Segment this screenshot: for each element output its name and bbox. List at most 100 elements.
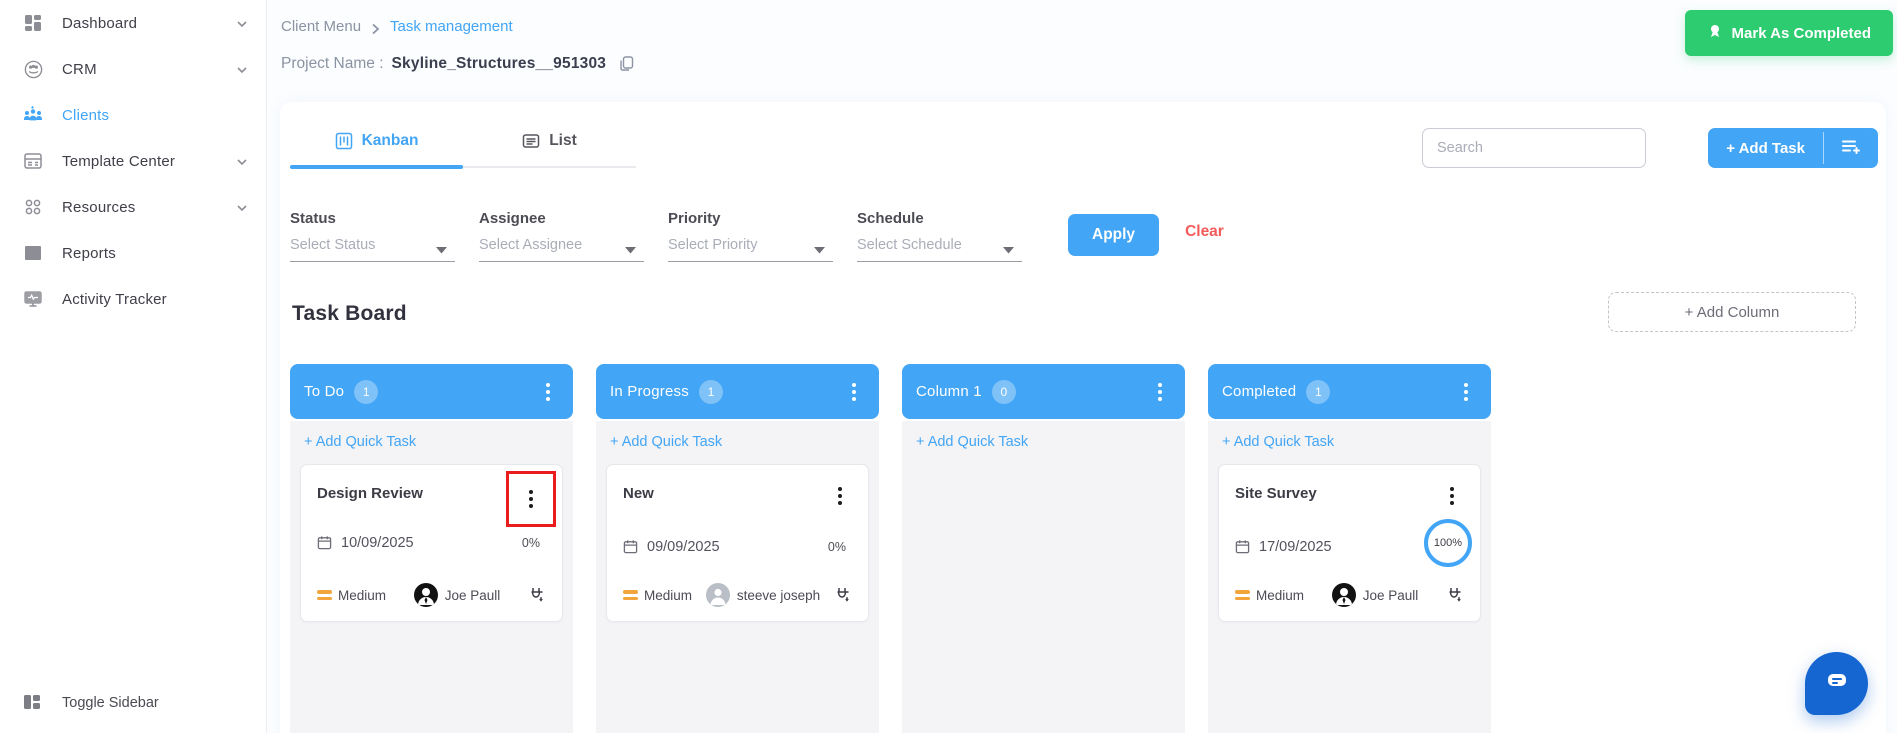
- sidebar-item-crm[interactable]: CRM: [0, 46, 266, 92]
- dependency-icon[interactable]: [1446, 586, 1464, 604]
- copy-icon[interactable]: [618, 55, 636, 73]
- column-menu-icon[interactable]: [843, 382, 865, 401]
- project-name-value: Skyline_Structures__951303: [391, 55, 607, 72]
- annotation-red-box: [506, 471, 556, 527]
- add-task-split-button: + Add Task: [1708, 128, 1878, 168]
- task-assignee-name: steeve joseph: [736, 587, 821, 603]
- sidebar-item-dashboard[interactable]: Dashboard: [0, 0, 266, 46]
- column-completed-body: + Add Quick Task Site Survey 17/09/2025: [1208, 421, 1491, 733]
- mark-as-completed-button[interactable]: Mark As Completed: [1684, 10, 1893, 56]
- priority-medium-icon: [1235, 590, 1250, 600]
- task-menu-icon[interactable]: [1440, 481, 1464, 511]
- project-name-row: Project Name : Skyline_Structures__95130…: [281, 55, 636, 73]
- calendar-icon: [1235, 539, 1251, 555]
- caret-down-icon: [436, 241, 447, 254]
- filter-status-select[interactable]: Select Status: [290, 235, 455, 262]
- add-quick-task-button[interactable]: + Add Quick Task: [902, 421, 1185, 458]
- search-input[interactable]: [1422, 128, 1646, 168]
- sidebar-item-label: Reports: [62, 244, 116, 262]
- column-1-header: Column 1 0: [902, 364, 1185, 419]
- caret-down-icon: [1003, 241, 1014, 254]
- chevron-down-icon: [236, 155, 248, 167]
- playlist-add-icon: [1840, 137, 1862, 160]
- column-completed: Completed 1 + Add Quick Task Site Survey: [1208, 364, 1491, 733]
- task-priority-label: Medium: [1256, 587, 1305, 603]
- filter-schedule-select[interactable]: Select Schedule: [857, 235, 1022, 262]
- activity-tracker-icon: [22, 288, 44, 310]
- filter-assignee-select[interactable]: Select Assignee: [479, 235, 644, 262]
- dependency-icon[interactable]: [528, 586, 546, 604]
- sidebar-item-resources[interactable]: Resources: [0, 184, 266, 230]
- task-progress: 0%: [827, 540, 846, 554]
- column-count-badge: 1: [698, 379, 723, 404]
- avatar: [413, 583, 438, 607]
- sidebar-item-template-center[interactable]: Template Center: [0, 138, 266, 184]
- add-quick-task-button[interactable]: + Add Quick Task: [1208, 421, 1491, 458]
- task-menu-icon[interactable]: [828, 481, 852, 511]
- task-assignee: Joe Paull: [1331, 583, 1418, 607]
- filter-assignee-placeholder: Select Assignee: [479, 237, 583, 253]
- sidebar-item-label: Resources: [62, 198, 136, 216]
- column-1: Column 1 0 + Add Quick Task: [902, 364, 1185, 733]
- add-column-button[interactable]: + Add Column: [1608, 292, 1856, 332]
- sidebar-item-label: Template Center: [62, 152, 176, 170]
- task-priority: Medium: [623, 588, 692, 603]
- apply-button[interactable]: Apply: [1068, 214, 1160, 256]
- caret-down-icon: [814, 241, 825, 254]
- task-title: Design Review: [317, 485, 423, 502]
- sidebar-item-clients[interactable]: Clients: [0, 92, 266, 138]
- toggle-sidebar-button[interactable]: Toggle Sidebar: [0, 681, 266, 725]
- project-name-label: Project Name :: [281, 55, 384, 72]
- add-quick-task-button[interactable]: + Add Quick Task: [596, 421, 879, 458]
- avatar: [1331, 583, 1356, 607]
- task-assignee: Joe Paull: [413, 583, 500, 607]
- task-due-date: 09/09/2025: [623, 539, 720, 555]
- filter-status-label: Status: [290, 210, 336, 227]
- tab-track: [290, 165, 636, 169]
- sidebar: Dashboard CRM Clients Template Center Re…: [0, 0, 267, 733]
- sidebar-item-reports[interactable]: Reports: [0, 230, 266, 276]
- task-menu-icon[interactable]: [519, 484, 543, 514]
- tab-kanban[interactable]: Kanban: [290, 124, 463, 166]
- add-column-label: + Add Column: [1684, 303, 1780, 321]
- column-menu-icon[interactable]: [1149, 382, 1171, 401]
- breadcrumb-task-management[interactable]: Task management: [390, 18, 513, 35]
- chevron-down-icon: [236, 63, 248, 75]
- column-menu-icon[interactable]: [1455, 382, 1477, 401]
- filter-priority-select[interactable]: Select Priority: [668, 235, 833, 262]
- task-due-date: 17/09/2025: [1235, 539, 1332, 555]
- crm-icon: [22, 58, 44, 80]
- view-tabs: Kanban List: [290, 124, 636, 169]
- filter-priority-placeholder: Select Priority: [668, 237, 758, 253]
- column-menu-icon[interactable]: [537, 382, 559, 401]
- filter-schedule: Schedule Select Schedule: [857, 210, 1022, 262]
- task-priority-label: Medium: [644, 587, 693, 603]
- chat-widget-button[interactable]: [1805, 652, 1868, 715]
- add-task-list-button[interactable]: [1824, 128, 1878, 168]
- column-count-badge: 1: [354, 379, 379, 404]
- breadcrumb-client-menu[interactable]: Client Menu: [281, 18, 361, 35]
- caret-down-icon: [625, 241, 636, 254]
- task-card-design-review[interactable]: Design Review 10/09/2025 0% Medium Joe P…: [300, 464, 563, 622]
- task-card-new[interactable]: New 09/09/2025 0% Medium steeve joseph: [606, 464, 869, 622]
- clear-link[interactable]: Clear: [1185, 223, 1224, 241]
- add-quick-task-button[interactable]: + Add Quick Task: [290, 421, 573, 458]
- toggle-sidebar-label: Toggle Sidebar: [62, 695, 159, 711]
- dependency-icon[interactable]: [834, 586, 852, 604]
- tab-list[interactable]: List: [463, 124, 636, 166]
- column-in-progress-body: + Add Quick Task New 09/09/2025 0% Mediu…: [596, 421, 879, 733]
- sidebar-item-label: Dashboard: [62, 14, 138, 32]
- sidebar-item-label: Activity Tracker: [62, 290, 167, 308]
- task-assignee: steeve joseph: [705, 583, 821, 607]
- sidebar-item-label: Clients: [62, 106, 110, 124]
- tab-list-label: List: [549, 132, 577, 149]
- mark-as-completed-label: Mark As Completed: [1731, 24, 1871, 42]
- task-priority: Medium: [317, 588, 386, 603]
- task-card-site-survey[interactable]: Site Survey 17/09/2025 100% Medium Joe P…: [1218, 464, 1481, 622]
- calendar-icon: [317, 535, 333, 551]
- add-task-button[interactable]: + Add Task: [1708, 128, 1823, 168]
- sidebar-item-activity-tracker[interactable]: Activity Tracker: [0, 276, 266, 322]
- filter-assignee-label: Assignee: [479, 210, 546, 227]
- chevron-down-icon: [236, 17, 248, 29]
- column-1-body: + Add Quick Task: [902, 421, 1185, 733]
